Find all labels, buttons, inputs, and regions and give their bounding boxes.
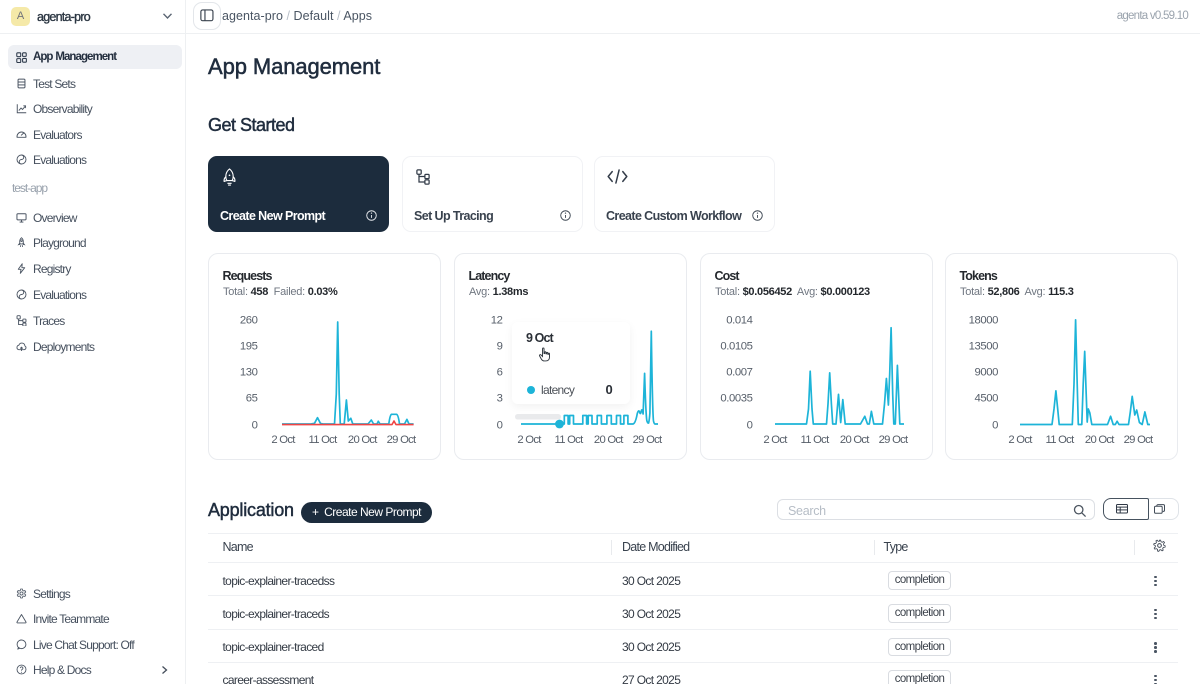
svg-text:2 Oct: 2 Oct <box>1008 434 1033 446</box>
svg-text:6: 6 <box>497 366 503 378</box>
svg-text:2 Oct: 2 Oct <box>763 434 788 446</box>
svg-text:3: 3 <box>497 393 503 405</box>
svg-text:2 Oct: 2 Oct <box>271 434 296 446</box>
svg-text:11 Oct: 11 Oct <box>1046 434 1076 446</box>
svg-text:0.014: 0.014 <box>726 314 752 326</box>
svg-text:260: 260 <box>240 314 258 326</box>
svg-text:18000: 18000 <box>969 314 999 326</box>
svg-text:0: 0 <box>497 419 503 431</box>
svg-text:11 Oct: 11 Oct <box>555 434 585 446</box>
svg-text:0.0105: 0.0105 <box>720 341 752 353</box>
svg-text:29 Oct: 29 Oct <box>879 434 909 446</box>
svg-text:0: 0 <box>992 419 998 431</box>
svg-text:20 Oct: 20 Oct <box>1085 434 1115 446</box>
svg-text:65: 65 <box>246 393 258 405</box>
svg-text:13500: 13500 <box>969 341 999 353</box>
svg-text:29 Oct: 29 Oct <box>633 434 663 446</box>
svg-text:20 Oct: 20 Oct <box>840 434 870 446</box>
svg-text:4500: 4500 <box>974 393 998 405</box>
svg-text:11 Oct: 11 Oct <box>801 434 831 446</box>
svg-text:29 Oct: 29 Oct <box>1124 434 1154 446</box>
svg-text:20 Oct: 20 Oct <box>594 434 624 446</box>
svg-text:195: 195 <box>240 341 258 353</box>
svg-text:2 Oct: 2 Oct <box>517 434 542 446</box>
svg-text:29 Oct: 29 Oct <box>387 434 417 446</box>
svg-text:0.007: 0.007 <box>726 366 752 378</box>
svg-text:130: 130 <box>240 366 258 378</box>
svg-text:20 Oct: 20 Oct <box>348 434 378 446</box>
svg-text:11 Oct: 11 Oct <box>309 434 339 446</box>
svg-text:0.0035: 0.0035 <box>720 393 752 405</box>
svg-text:9: 9 <box>497 341 503 353</box>
svg-text:9000: 9000 <box>974 366 998 378</box>
svg-text:0: 0 <box>252 419 258 431</box>
svg-text:12: 12 <box>491 314 503 326</box>
svg-text:0: 0 <box>747 419 753 431</box>
